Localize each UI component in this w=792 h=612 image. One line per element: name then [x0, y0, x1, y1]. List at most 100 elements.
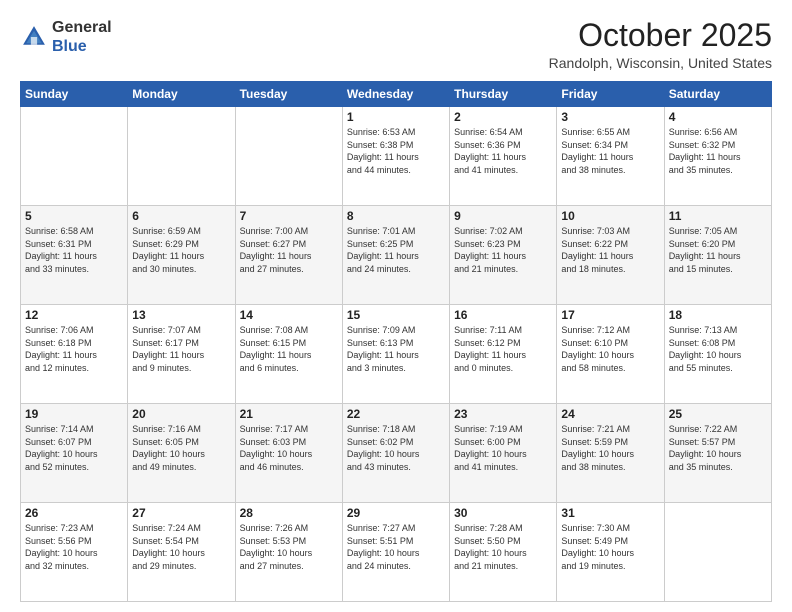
day-info: Sunrise: 7:06 AM Sunset: 6:18 PM Dayligh… [25, 324, 123, 374]
calendar-cell: 8 Sunrise: 7:01 AM Sunset: 6:25 PM Daylig… [342, 206, 449, 305]
day-number: 16 [454, 308, 552, 322]
calendar-cell: 14 Sunrise: 7:08 AM Sunset: 6:15 PM Dayli… [235, 305, 342, 404]
header: General Blue October 2025 Randolph, Wisc… [20, 18, 772, 71]
day-info: Sunrise: 7:23 AM Sunset: 5:56 PM Dayligh… [25, 522, 123, 572]
calendar-cell: 4 Sunrise: 6:56 AM Sunset: 6:32 PM Daylig… [664, 107, 771, 206]
col-friday: Friday [557, 82, 664, 107]
day-number: 29 [347, 506, 445, 520]
calendar-cell: 20 Sunrise: 7:16 AM Sunset: 6:05 PM Dayli… [128, 404, 235, 503]
day-number: 6 [132, 209, 230, 223]
calendar-cell: 11 Sunrise: 7:05 AM Sunset: 6:20 PM Dayli… [664, 206, 771, 305]
day-info: Sunrise: 7:05 AM Sunset: 6:20 PM Dayligh… [669, 225, 767, 275]
col-sunday: Sunday [21, 82, 128, 107]
day-info: Sunrise: 6:56 AM Sunset: 6:32 PM Dayligh… [669, 126, 767, 176]
day-number: 19 [25, 407, 123, 421]
day-number: 10 [561, 209, 659, 223]
calendar-cell: 29 Sunrise: 7:27 AM Sunset: 5:51 PM Dayli… [342, 503, 449, 602]
calendar-cell: 15 Sunrise: 7:09 AM Sunset: 6:13 PM Dayli… [342, 305, 449, 404]
day-info: Sunrise: 7:30 AM Sunset: 5:49 PM Dayligh… [561, 522, 659, 572]
calendar-cell: 31 Sunrise: 7:30 AM Sunset: 5:49 PM Dayli… [557, 503, 664, 602]
calendar-week-1: 1Sunrise: 6:53 AM Sunset: 6:38 PM Daylig… [21, 107, 772, 206]
logo: General Blue [20, 18, 112, 56]
day-number: 8 [347, 209, 445, 223]
location: Randolph, Wisconsin, United States [549, 55, 772, 71]
calendar-cell: 5 Sunrise: 6:58 AM Sunset: 6:31 PM Daylig… [21, 206, 128, 305]
day-number: 23 [454, 407, 552, 421]
day-info: Sunrise: 7:17 AM Sunset: 6:03 PM Dayligh… [240, 423, 338, 473]
calendar-page: General Blue October 2025 Randolph, Wisc… [0, 0, 792, 612]
col-thursday: Thursday [450, 82, 557, 107]
day-number: 21 [240, 407, 338, 421]
day-number: 17 [561, 308, 659, 322]
day-number: 13 [132, 308, 230, 322]
calendar-week-2: 5 Sunrise: 6:58 AM Sunset: 6:31 PM Daylig… [21, 206, 772, 305]
calendar-cell: 25Sunrise: 7:22 AM Sunset: 5:57 PM Dayli… [664, 404, 771, 503]
month-title: October 2025 [549, 18, 772, 53]
day-number: 27 [132, 506, 230, 520]
calendar-week-5: 26Sunrise: 7:23 AM Sunset: 5:56 PM Dayli… [21, 503, 772, 602]
calendar-cell: 17 Sunrise: 7:12 AM Sunset: 6:10 PM Dayli… [557, 305, 664, 404]
day-info: Sunrise: 7:28 AM Sunset: 5:50 PM Dayligh… [454, 522, 552, 572]
day-number: 20 [132, 407, 230, 421]
day-number: 31 [561, 506, 659, 520]
day-info: Sunrise: 7:12 AM Sunset: 6:10 PM Dayligh… [561, 324, 659, 374]
calendar-cell: 13 Sunrise: 7:07 AM Sunset: 6:17 PM Dayli… [128, 305, 235, 404]
day-number: 24 [561, 407, 659, 421]
col-tuesday: Tuesday [235, 82, 342, 107]
calendar-week-4: 19 Sunrise: 7:14 AM Sunset: 6:07 PM Dayli… [21, 404, 772, 503]
calendar-cell: 9 Sunrise: 7:02 AM Sunset: 6:23 PM Daylig… [450, 206, 557, 305]
day-number: 12 [25, 308, 123, 322]
calendar-cell: 16 Sunrise: 7:11 AM Sunset: 6:12 PM Dayli… [450, 305, 557, 404]
calendar-cell: 19 Sunrise: 7:14 AM Sunset: 6:07 PM Dayli… [21, 404, 128, 503]
day-number: 5 [25, 209, 123, 223]
day-info: Sunrise: 7:00 AM Sunset: 6:27 PM Dayligh… [240, 225, 338, 275]
calendar-cell: 12 Sunrise: 7:06 AM Sunset: 6:18 PM Dayli… [21, 305, 128, 404]
day-info: Sunrise: 7:03 AM Sunset: 6:22 PM Dayligh… [561, 225, 659, 275]
calendar-cell: 6 Sunrise: 6:59 AM Sunset: 6:29 PM Daylig… [128, 206, 235, 305]
calendar-cell: 26Sunrise: 7:23 AM Sunset: 5:56 PM Dayli… [21, 503, 128, 602]
calendar-cell: 2 Sunrise: 6:54 AM Sunset: 6:36 PM Daylig… [450, 107, 557, 206]
day-info: Sunrise: 7:27 AM Sunset: 5:51 PM Dayligh… [347, 522, 445, 572]
calendar-cell: 22Sunrise: 7:18 AM Sunset: 6:02 PM Dayli… [342, 404, 449, 503]
day-info: Sunrise: 7:02 AM Sunset: 6:23 PM Dayligh… [454, 225, 552, 275]
day-info: Sunrise: 6:58 AM Sunset: 6:31 PM Dayligh… [25, 225, 123, 275]
day-number: 2 [454, 110, 552, 124]
day-number: 4 [669, 110, 767, 124]
day-info: Sunrise: 7:13 AM Sunset: 6:08 PM Dayligh… [669, 324, 767, 374]
day-info: Sunrise: 7:08 AM Sunset: 6:15 PM Dayligh… [240, 324, 338, 374]
calendar-cell [128, 107, 235, 206]
day-number: 22 [347, 407, 445, 421]
calendar-cell: 24 Sunrise: 7:21 AM Sunset: 5:59 PM Dayli… [557, 404, 664, 503]
calendar-cell: 30Sunrise: 7:28 AM Sunset: 5:50 PM Dayli… [450, 503, 557, 602]
day-info: Sunrise: 6:54 AM Sunset: 6:36 PM Dayligh… [454, 126, 552, 176]
calendar-header-row: Sunday Monday Tuesday Wednesday Thursday… [21, 82, 772, 107]
day-number: 14 [240, 308, 338, 322]
day-number: 1 [347, 110, 445, 124]
day-number: 11 [669, 209, 767, 223]
logo-general: General [52, 18, 112, 37]
day-info: Sunrise: 7:16 AM Sunset: 6:05 PM Dayligh… [132, 423, 230, 473]
day-info: Sunrise: 7:09 AM Sunset: 6:13 PM Dayligh… [347, 324, 445, 374]
day-info: Sunrise: 7:11 AM Sunset: 6:12 PM Dayligh… [454, 324, 552, 374]
day-info: Sunrise: 7:21 AM Sunset: 5:59 PM Dayligh… [561, 423, 659, 473]
calendar-cell: 28Sunrise: 7:26 AM Sunset: 5:53 PM Dayli… [235, 503, 342, 602]
calendar-cell: 10 Sunrise: 7:03 AM Sunset: 6:22 PM Dayli… [557, 206, 664, 305]
day-number: 15 [347, 308, 445, 322]
day-info: Sunrise: 7:01 AM Sunset: 6:25 PM Dayligh… [347, 225, 445, 275]
calendar-cell [21, 107, 128, 206]
day-number: 18 [669, 308, 767, 322]
calendar-week-3: 12 Sunrise: 7:06 AM Sunset: 6:18 PM Dayli… [21, 305, 772, 404]
calendar-cell [664, 503, 771, 602]
calendar-cell: 3Sunrise: 6:55 AM Sunset: 6:34 PM Daylig… [557, 107, 664, 206]
day-number: 25 [669, 407, 767, 421]
day-info: Sunrise: 7:14 AM Sunset: 6:07 PM Dayligh… [25, 423, 123, 473]
day-info: Sunrise: 6:55 AM Sunset: 6:34 PM Dayligh… [561, 126, 659, 176]
calendar-cell: 23 Sunrise: 7:19 AM Sunset: 6:00 PM Dayli… [450, 404, 557, 503]
calendar-cell: 21 Sunrise: 7:17 AM Sunset: 6:03 PM Dayli… [235, 404, 342, 503]
day-info: Sunrise: 7:19 AM Sunset: 6:00 PM Dayligh… [454, 423, 552, 473]
day-number: 9 [454, 209, 552, 223]
day-info: Sunrise: 7:07 AM Sunset: 6:17 PM Dayligh… [132, 324, 230, 374]
day-info: Sunrise: 6:59 AM Sunset: 6:29 PM Dayligh… [132, 225, 230, 275]
title-area: October 2025 Randolph, Wisconsin, United… [549, 18, 772, 71]
calendar-cell [235, 107, 342, 206]
